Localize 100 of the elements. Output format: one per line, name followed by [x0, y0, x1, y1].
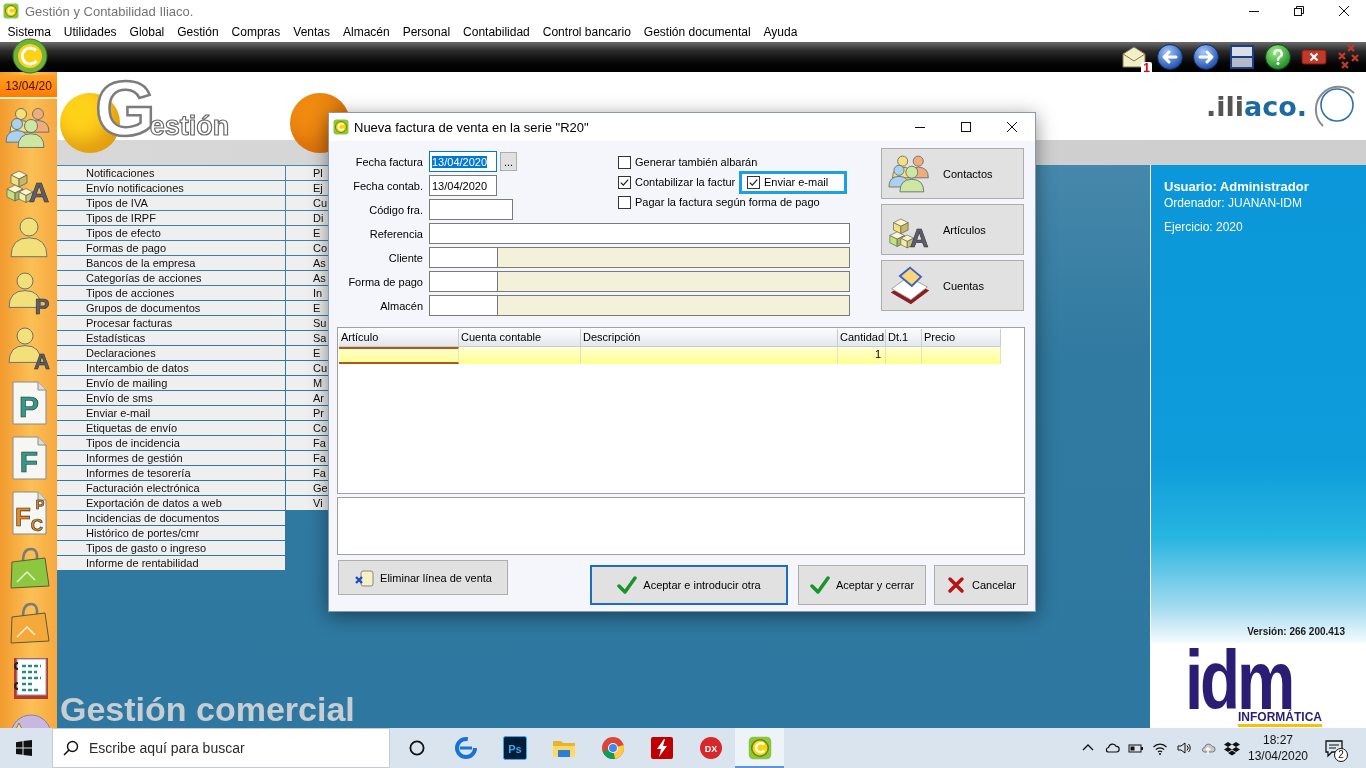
diamonds-icon[interactable] [1224, 740, 1240, 756]
cloud-arrow-icon[interactable] [1200, 740, 1216, 756]
checkbox[interactable] [618, 176, 631, 189]
menu-list-item[interactable]: Envío de sms [57, 391, 285, 405]
table-cell[interactable] [339, 347, 459, 364]
menu-list-item[interactable]: Fa [286, 436, 328, 450]
maximize-icon[interactable] [961, 122, 971, 132]
menu-list-item[interactable]: Vi [286, 496, 328, 510]
menu-list-item[interactable]: Bancos de la empresa [57, 256, 285, 270]
text-field[interactable] [429, 223, 850, 244]
taskbar-button[interactable]: Ps [490, 728, 539, 768]
taskbar-button[interactable]: DX [686, 728, 735, 768]
menu-list-item[interactable]: Fa [286, 451, 328, 465]
menu-list-item[interactable]: Tipos de acciones [57, 286, 285, 300]
menu-list-item[interactable]: Envío notificaciones [57, 181, 285, 195]
search-field[interactable]: Escribe aquí para buscar [52, 728, 390, 768]
date-field[interactable]: 13/04/2020 [429, 175, 497, 196]
delete-line-button[interactable]: Eliminar línea de venta [338, 560, 508, 595]
code-field[interactable] [429, 295, 498, 316]
date-field[interactable]: 13/04/2020 [429, 151, 497, 172]
menu-item[interactable]: Gestión documental [637, 22, 758, 42]
menu-list-item[interactable]: Exportación de datos a web [57, 496, 285, 510]
menu-list-item[interactable]: In [286, 286, 328, 300]
menu-list-item[interactable]: E [286, 301, 328, 315]
menu-item[interactable]: Personal [396, 22, 457, 42]
menu-list-item[interactable]: Sa [286, 331, 328, 345]
menu-list-item[interactable]: Enviar e-mail [57, 406, 285, 420]
close-icon[interactable] [1338, 6, 1349, 16]
code-field[interactable] [429, 271, 498, 292]
menu-list-item[interactable]: Tipos de gasto o ingreso [57, 541, 285, 555]
accept-button[interactable]: Aceptar e introducir otra [590, 565, 788, 605]
menu-list-item[interactable]: Envío de mailing [57, 376, 285, 390]
menu-list-item[interactable]: Cu [286, 196, 328, 210]
menu-item[interactable]: Sistema [1, 22, 58, 42]
menu-list-item[interactable]: Formas de pago [57, 241, 285, 255]
menu-list-item[interactable]: Informes de tesorería [57, 466, 285, 480]
menu-list-item[interactable]: Fa [286, 466, 328, 480]
menu-item[interactable]: Global [123, 22, 171, 42]
app-logo-icon[interactable] [12, 38, 48, 74]
menu-list-item[interactable]: Tipos de IRPF [57, 211, 285, 225]
column-header[interactable]: Precio [922, 329, 1001, 347]
notes-field[interactable] [337, 497, 1025, 555]
checkbox-label[interactable]: Enviar e-mail [764, 176, 829, 189]
menu-list-item[interactable]: E [286, 226, 328, 240]
table-cell[interactable]: 1 [838, 347, 886, 364]
date-picker-button[interactable]: ... [500, 152, 517, 171]
menu-list-item[interactable]: Informe de rentabilidad [57, 556, 285, 570]
cloud-icon[interactable] [1104, 740, 1120, 756]
menu-list-item[interactable]: As [286, 271, 328, 285]
menu-item[interactable]: Compras [225, 22, 287, 42]
menu-list-item[interactable]: Histórico de portes/cmr [57, 526, 285, 540]
shortcut-button[interactable]: A Artículos [881, 204, 1024, 255]
column-header[interactable]: Artículo [339, 329, 459, 347]
cancel-button[interactable]: Cancelar [934, 565, 1028, 605]
menu-list-item[interactable]: Pl [286, 166, 328, 180]
menu-item[interactable]: Ventas [286, 22, 337, 42]
column-header[interactable]: Descripción [581, 329, 838, 347]
menu-list-item[interactable]: Facturación electrónica [57, 481, 285, 495]
column-header[interactable]: Cantidad [838, 329, 886, 347]
menu-item[interactable]: Control bancario [536, 22, 638, 42]
forward-icon[interactable] [1192, 43, 1220, 71]
checkbox-label[interactable]: Contabilizar la factur [635, 176, 736, 189]
checkbox-label[interactable]: Generar también albarán [635, 156, 758, 169]
clock-time[interactable]: 18:27 [1263, 732, 1293, 748]
menu-list-item[interactable]: Co [286, 241, 328, 255]
menu-list-item[interactable]: As [286, 256, 328, 270]
menu-list-item[interactable]: E [286, 346, 328, 360]
menu-list-item[interactable]: Pr [286, 406, 328, 420]
menu-item[interactable]: Ayuda [757, 22, 804, 42]
menu-list-item[interactable]: Estadísticas [57, 331, 285, 345]
menu-item[interactable]: Utilidades [57, 22, 124, 42]
table-row[interactable]: 1 [339, 347, 1001, 364]
menu-list-item[interactable]: Co [286, 421, 328, 435]
speaker-icon[interactable] [1176, 740, 1192, 756]
checkbox[interactable] [618, 156, 631, 169]
column-header[interactable]: Cuenta contable [459, 329, 581, 347]
menu-list-item[interactable]: M [286, 376, 328, 390]
menu-list-item[interactable]: Tipos de IVA [57, 196, 285, 210]
code-field[interactable] [429, 247, 498, 268]
menu-item[interactable]: Contabilidad [456, 22, 537, 42]
help-icon[interactable] [1264, 43, 1292, 71]
menu-list-item[interactable]: Grupos de documentos [57, 301, 285, 315]
close-icon[interactable] [1007, 122, 1017, 132]
menu-list-item[interactable]: Incidencias de documentos [57, 511, 285, 525]
menu-list-item[interactable]: Intercambio de datos [57, 361, 285, 375]
menu-list-item[interactable]: Cu [286, 361, 328, 375]
checkbox[interactable] [618, 196, 631, 209]
menu-item[interactable]: Almacén [336, 22, 397, 42]
window-icon[interactable] [1228, 43, 1256, 71]
menu-list-item[interactable]: Categorías de acciones [57, 271, 285, 285]
menu-list-item[interactable]: Ge [286, 481, 328, 495]
menu-list-item[interactable]: Tipos de efecto [57, 226, 285, 240]
menu-list-item[interactable]: Procesar facturas [57, 316, 285, 330]
checkbox[interactable] [747, 176, 760, 189]
message-icon[interactable] [1324, 738, 1344, 758]
menu-list-item[interactable]: Tipos de incidencia [57, 436, 285, 450]
text-field[interactable] [429, 199, 513, 220]
start-icon[interactable] [16, 740, 32, 756]
column-header[interactable]: Dt.1 [886, 329, 922, 347]
menu-list-item[interactable]: Di [286, 211, 328, 225]
